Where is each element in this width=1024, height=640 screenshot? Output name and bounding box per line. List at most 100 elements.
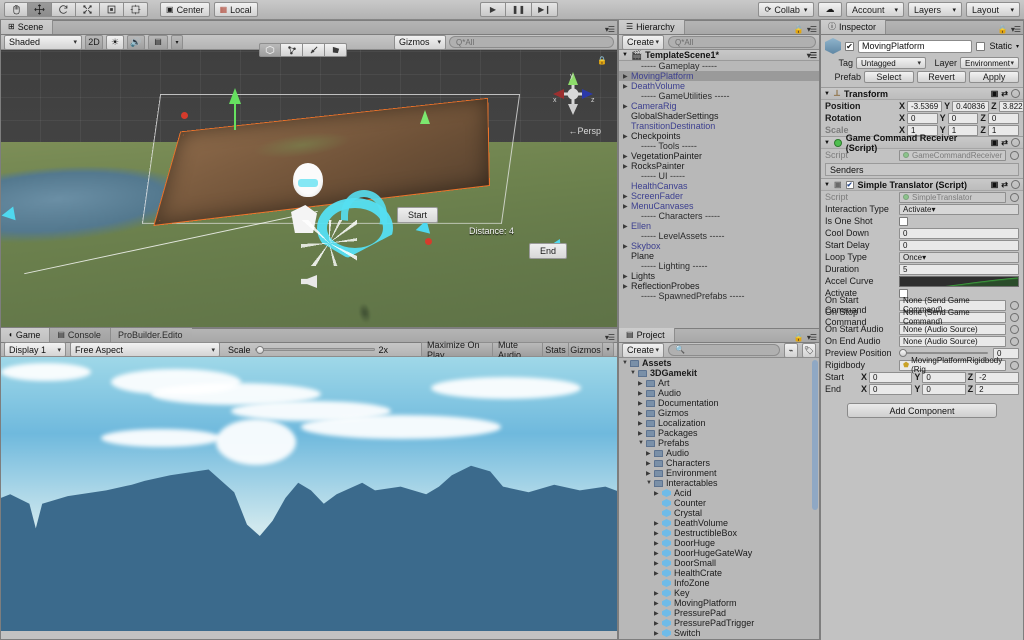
tab-inspector[interactable]: ⓘ Inspector (821, 20, 887, 34)
prefab-apply-button[interactable]: Apply (969, 71, 1020, 83)
gcr-gear-icon[interactable] (1011, 138, 1020, 147)
transform-tool-group[interactable] (4, 2, 148, 17)
hierarchy-item[interactable]: ▶ ScreenFader (619, 191, 819, 201)
move-tool-button[interactable] (28, 2, 52, 17)
display-dropdown[interactable]: Display 1 ▾ (4, 342, 66, 357)
st-on-stop-command-field[interactable]: None (Send Game Command) (899, 308, 1006, 326)
expand-arrow-icon[interactable]: ▶ (638, 430, 646, 437)
expand-arrow-icon[interactable]: ▶ (654, 610, 662, 617)
expand-arrow-icon[interactable]: ▶ (623, 163, 631, 170)
expand-arrow-icon[interactable]: ▶ (654, 530, 662, 537)
project-item[interactable]: ▶ Audio (619, 448, 819, 458)
hierarchy-search-input[interactable]: Q*All (668, 36, 816, 48)
hierarchy-item[interactable]: Plane (619, 251, 819, 261)
rotate-tool-button[interactable] (52, 2, 76, 17)
transform-scale-z-input[interactable]: 1 (987, 124, 1020, 136)
expand-arrow-icon[interactable]: ▼ (630, 370, 638, 376)
game-panel-menu[interactable]: ▾☰ (605, 333, 617, 342)
expand-arrow-icon[interactable]: ▶ (638, 410, 646, 417)
project-item[interactable]: ▼ Assets (619, 358, 819, 368)
st-checkbox[interactable] (899, 216, 908, 226)
object-picker-icon[interactable] (1010, 324, 1019, 334)
st-enabled-checkbox[interactable]: ✔ (845, 180, 854, 189)
probuilder-tool-group[interactable] (259, 43, 347, 57)
object-picker-icon[interactable] (1010, 336, 1019, 346)
st-foldout-arrow-icon[interactable]: ▼ (824, 182, 830, 188)
project-item[interactable]: ▶ Audio (619, 388, 819, 398)
expand-arrow-icon[interactable]: ▶ (638, 380, 646, 387)
aspect-dropdown[interactable]: Free Aspect ▾ (70, 342, 220, 357)
scene-viewport[interactable]: Start End Distance: 4 y x z ←Persp 🔒 (1, 50, 617, 327)
hierarchy-item[interactable]: ▶ Checkpoints (619, 131, 819, 141)
simple-translator-header[interactable]: ▼ ▣ ✔ Simple Translator (Script) ▣ ⇄ (821, 178, 1023, 191)
gcr-script-field[interactable]: GameCommandReceiver (899, 149, 1007, 161)
transform-gear-icon[interactable] (1011, 89, 1020, 98)
scene-axis-gizmo[interactable]: y x z (547, 68, 599, 120)
st-on-end-audio-field[interactable]: None (Audio Source) (899, 335, 1006, 347)
st-loop-type-field[interactable]: Once ▾ (899, 251, 1019, 263)
expand-arrow-icon[interactable]: ▶ (623, 103, 631, 110)
transform-tool-button[interactable] (124, 2, 148, 17)
hierarchy-item[interactable]: ▶ ReflectionProbes (619, 281, 819, 291)
hierarchy-panel-menu[interactable]: ▾☰ (807, 25, 817, 34)
hierarchy-item[interactable]: ▶ DeathVolume (619, 81, 819, 91)
expand-arrow-icon[interactable]: ▼ (638, 440, 646, 446)
st-duration-field[interactable]: 5 (899, 263, 1019, 275)
scene-expand-arrow-icon[interactable]: ▼ (622, 52, 628, 58)
project-item[interactable]: Crystal (619, 508, 819, 518)
expand-arrow-icon[interactable]: ▶ (646, 460, 654, 467)
project-list[interactable]: ▼ Assets ▼ 3DGamekit ▶ Art ▶ Audio ▶ Documentatio… (619, 358, 819, 639)
project-item[interactable]: ▶ Acid (619, 488, 819, 498)
st-on-start-audio-field[interactable]: None (Audio Source) (899, 323, 1006, 335)
scene-fx-toggle[interactable]: ▤ (148, 34, 168, 50)
transform-preset-icon[interactable]: ▣ (991, 89, 999, 98)
project-item[interactable]: ▶ DestructibleBox (619, 528, 819, 538)
project-item[interactable]: ▶ DeathVolume (619, 518, 819, 528)
st-script-field[interactable]: SimpleTranslator (899, 191, 1006, 203)
st-end-y-input[interactable]: 0 (922, 383, 966, 395)
hierarchy-item[interactable]: ----- Tools ----- (619, 141, 819, 151)
project-item[interactable]: ▶ PressurePadTrigger (619, 618, 819, 628)
mute-audio-button[interactable]: Mute Audio (493, 340, 543, 360)
transform-position-x-input[interactable]: -3.5369 (907, 100, 943, 112)
project-lock-icon[interactable]: 🔒 (794, 333, 804, 342)
pivot-mode-button[interactable]: ▣ Center (160, 2, 210, 17)
project-item[interactable]: ▶ Art (619, 378, 819, 388)
transform-position-y-input[interactable]: 0.40836 (952, 100, 990, 112)
slider-knob[interactable] (899, 349, 907, 357)
project-item[interactable]: ▼ Prefabs (619, 438, 819, 448)
expand-arrow-icon[interactable]: ▶ (654, 560, 662, 567)
project-item[interactable]: ▶ Environment (619, 468, 819, 478)
transform-rotation-z-input[interactable]: 0 (987, 112, 1020, 124)
st-rigidbody-field[interactable]: ⬟ MovingPlatformRigidbody (Rig (899, 356, 1007, 374)
scene-context-menu[interactable]: ▾☰ (807, 51, 817, 60)
scene-gizmos-dropdown[interactable]: Gizmos ▾ (394, 34, 446, 50)
hierarchy-item[interactable]: ----- SpawnedPrefabs ----- (619, 291, 819, 301)
layer-dropdown[interactable]: Environment ▾ (960, 57, 1019, 69)
project-create-dropdown[interactable]: Create ▾ (622, 342, 664, 358)
project-filter-label-button[interactable]: 🏷 (802, 342, 816, 358)
probuilder-edge-mode[interactable] (303, 43, 325, 57)
scene-projection-label[interactable]: ←Persp (568, 126, 601, 136)
tab-hierarchy[interactable]: ☰ Hierarchy (619, 20, 685, 34)
layers-button[interactable]: Layers ▾ (908, 2, 962, 17)
scale-slider-knob[interactable] (255, 346, 264, 354)
project-item[interactable]: ▶ DoorHuge (619, 538, 819, 548)
st-settings-icon[interactable]: ⇄ (1001, 180, 1008, 189)
hierarchy-item[interactable]: ▶ RocksPainter (619, 161, 819, 171)
object-picker-icon[interactable] (1010, 192, 1019, 202)
expand-arrow-icon[interactable]: ▶ (623, 73, 631, 80)
st-interaction-type-field[interactable]: Activate ▾ (899, 203, 1019, 215)
hierarchy-item[interactable]: ----- Gameplay ----- (619, 61, 819, 71)
probuilder-object-mode[interactable] (259, 43, 281, 57)
hierarchy-item[interactable]: GlobalShaderSettings (619, 111, 819, 121)
project-panel-menu[interactable]: ▾☰ (807, 333, 817, 342)
transform-settings-icon[interactable]: ⇄ (1001, 89, 1008, 98)
game-gizmos-button[interactable]: Gizmos (569, 342, 603, 357)
st-preset-icon[interactable]: ▣ (991, 180, 999, 189)
character-ellen[interactable] (293, 163, 323, 197)
project-item[interactable]: ▶ DoorSmall (619, 558, 819, 568)
st-start-x-input[interactable]: 0 (869, 371, 913, 383)
st-gear-icon[interactable] (1011, 180, 1020, 189)
expand-arrow-icon[interactable]: ▼ (646, 480, 654, 486)
